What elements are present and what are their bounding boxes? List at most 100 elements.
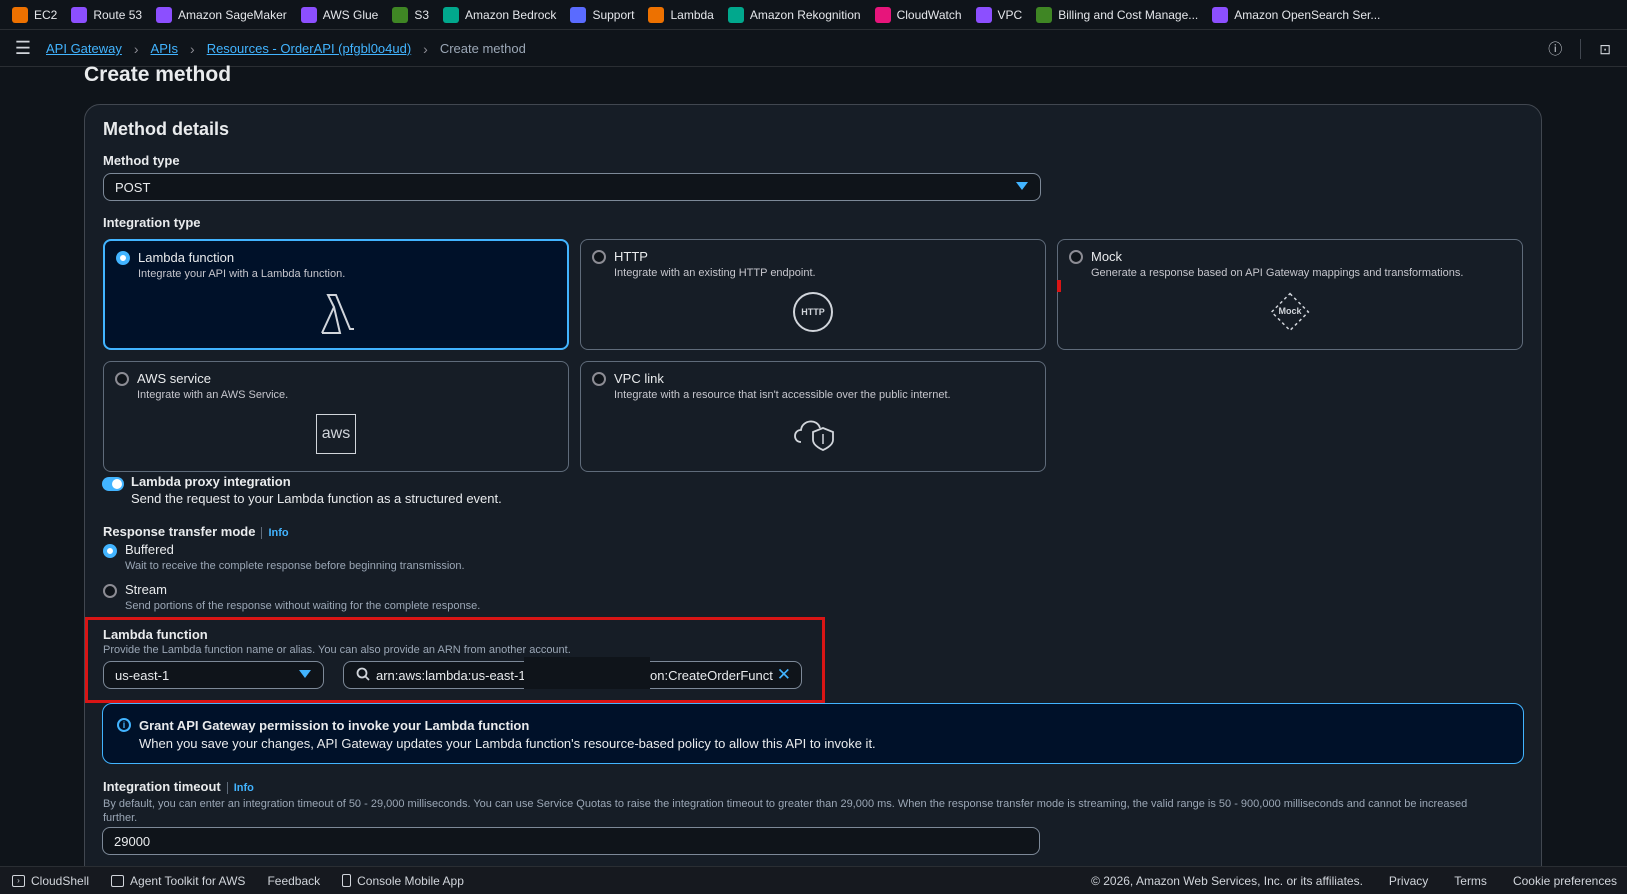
favorite-label: Amazon Bedrock (465, 7, 557, 22)
tile-http[interactable]: HTTP Integrate with an existing HTTP end… (580, 239, 1046, 350)
favorite-sagemaker[interactable]: Amazon SageMaker (156, 6, 287, 23)
favorite-cloudwatch[interactable]: CloudWatch (874, 6, 962, 23)
favorite-support[interactable]: Support (570, 6, 634, 23)
alert-desc: When you save your changes, API Gateway … (139, 736, 876, 751)
favorite-glue[interactable]: AWS Glue (300, 6, 378, 23)
tile-desc: Integrate your API with a Lambda functio… (138, 268, 346, 280)
glue-icon (300, 6, 317, 23)
lambda-arn-input[interactable]: arn:aws:lambda:us-east-1: on:CreateOrder… (343, 657, 802, 689)
divider (261, 526, 263, 539)
radio-stream[interactable] (103, 584, 117, 598)
tile-title: VPC link (614, 371, 664, 386)
timeout-input[interactable]: 29000 (102, 827, 1040, 855)
favorite-label: Amazon SageMaker (178, 7, 287, 22)
notifications-icon[interactable]: ⊡ (1599, 41, 1611, 58)
tile-title: Mock (1091, 249, 1123, 264)
method-type-select[interactable]: POST (103, 173, 1041, 201)
breadcrumb-resources[interactable]: Resources - OrderAPI (pfgbl0o4ud) (207, 41, 411, 56)
timeout-label-text: Integration timeout (103, 779, 221, 794)
favorite-label: Billing and Cost Manage... (1058, 7, 1199, 22)
mock-marker (1057, 280, 1061, 292)
favorite-s3[interactable]: S3 (392, 6, 430, 23)
breadcrumb-apis[interactable]: APIs (151, 41, 178, 56)
breadcrumb-current: Create method (439, 41, 526, 56)
chevron-right-icon: › (423, 40, 428, 57)
opensearch-icon (1212, 6, 1229, 23)
agent-toolkit-label: Agent Toolkit for AWS (130, 873, 246, 888)
radio-vpc-link[interactable] (592, 372, 606, 386)
favorite-vpc[interactable]: VPC (975, 6, 1022, 23)
favorite-label: Amazon Rekognition (749, 7, 861, 22)
tile-desc: Integrate with an existing HTTP endpoint… (614, 267, 816, 279)
proxy-title: Lambda proxy integration (131, 474, 291, 489)
favorite-rekognition[interactable]: Amazon Rekognition (727, 6, 861, 23)
bedrock-icon (443, 6, 460, 23)
favorite-label: EC2 (34, 7, 58, 22)
timeout-info-link[interactable]: Info (234, 782, 254, 794)
vpc-icon (975, 6, 992, 23)
favorite-label: Amazon OpenSearch Ser... (1234, 7, 1381, 22)
cloudshell-link[interactable]: › CloudShell (12, 874, 89, 888)
support-icon (570, 6, 587, 23)
favorite-label: S3 (414, 7, 430, 22)
buffered-desc: Wait to receive the complete response be… (125, 560, 465, 572)
chevron-right-icon: › (190, 40, 195, 57)
chevron-right-icon: › (133, 40, 139, 57)
tile-aws-service[interactable]: AWS service Integrate with an AWS Servic… (103, 361, 569, 472)
page-title: Create method (84, 63, 232, 86)
region-value: us-east-1 (115, 667, 170, 683)
clear-icon[interactable]: ✕ (777, 665, 791, 685)
favorite-billing[interactable]: Billing and Cost Manage... (1036, 6, 1199, 23)
cookie-preferences-link[interactable]: Cookie preferences (1513, 874, 1617, 888)
search-icon (356, 667, 370, 684)
mobile-icon (342, 874, 352, 887)
route53-icon (71, 6, 88, 23)
menu-icon[interactable]: ☰ (0, 38, 46, 59)
favorite-opensearch[interactable]: Amazon OpenSearch Ser... (1212, 6, 1381, 23)
privacy-link[interactable]: Privacy (1389, 874, 1428, 888)
timeout-desc: By default, you can enter an integration… (103, 798, 1468, 824)
breadcrumb-api-gateway[interactable]: API Gateway (46, 41, 122, 56)
tile-mock[interactable]: Mock Generate a response based on API Ga… (1057, 239, 1523, 350)
lambda-proxy-toggle[interactable] (102, 477, 124, 491)
transfer-mode-info-link[interactable]: Info (268, 527, 288, 539)
footer-right: © 2026, Amazon Web Services, Inc. or its… (1091, 874, 1617, 888)
tile-title: Lambda function (138, 250, 235, 265)
feedback-link[interactable]: Feedback (267, 874, 320, 888)
divider (1580, 39, 1582, 59)
terms-link[interactable]: Terms (1454, 874, 1487, 888)
region-select[interactable]: us-east-1 (103, 661, 324, 689)
mock-icon-label: Mock (1278, 306, 1302, 316)
integration-type-label: Integration type (103, 215, 201, 230)
favorites-bar: EC2 Route 53 Amazon SageMaker AWS Glue S3 Ama… (0, 0, 1627, 30)
cloudwatch-icon (874, 6, 891, 23)
agent-toolkit-link[interactable]: Agent Toolkit for AWS (111, 874, 245, 888)
tile-desc: Integrate with an AWS Service. (137, 389, 289, 401)
favorite-label: Lambda (670, 7, 714, 22)
tile-vpc-link[interactable]: VPC link Integrate with a resource that … (580, 361, 1046, 472)
favorite-ec2[interactable]: EC2 (12, 6, 58, 23)
radio-aws-service[interactable] (115, 372, 129, 386)
panel-heading: Method details (103, 119, 230, 139)
http-icon: HTTP (793, 292, 833, 332)
proxy-desc: Send the request to your Lambda function… (131, 491, 502, 506)
favorite-route53[interactable]: Route 53 (71, 6, 143, 23)
radio-http[interactable] (592, 250, 606, 264)
stream-title: Stream (125, 582, 167, 597)
favorite-label: Route 53 (93, 7, 143, 22)
favorite-lambda[interactable]: Lambda (648, 6, 714, 23)
radio-buffered[interactable] (103, 544, 117, 558)
permission-alert: i Grant API Gateway permission to invoke… (102, 703, 1524, 764)
timeout-label: Integration timeout Info (103, 779, 254, 794)
tile-lambda-function[interactable]: Lambda function Integrate your API with … (103, 239, 569, 350)
mobile-app-label: Console Mobile App (357, 873, 464, 888)
radio-mock[interactable] (1069, 250, 1083, 264)
tile-desc: Integrate with a resource that isn't acc… (614, 389, 951, 401)
ec2-icon (12, 6, 28, 23)
mobile-app-link[interactable]: Console Mobile App (342, 874, 464, 888)
info-icon[interactable]: ⓘ (1548, 39, 1562, 59)
divider (226, 781, 228, 794)
vpc-link-icon (791, 412, 835, 457)
radio-lambda[interactable] (116, 251, 130, 265)
favorite-bedrock[interactable]: Amazon Bedrock (443, 6, 557, 23)
